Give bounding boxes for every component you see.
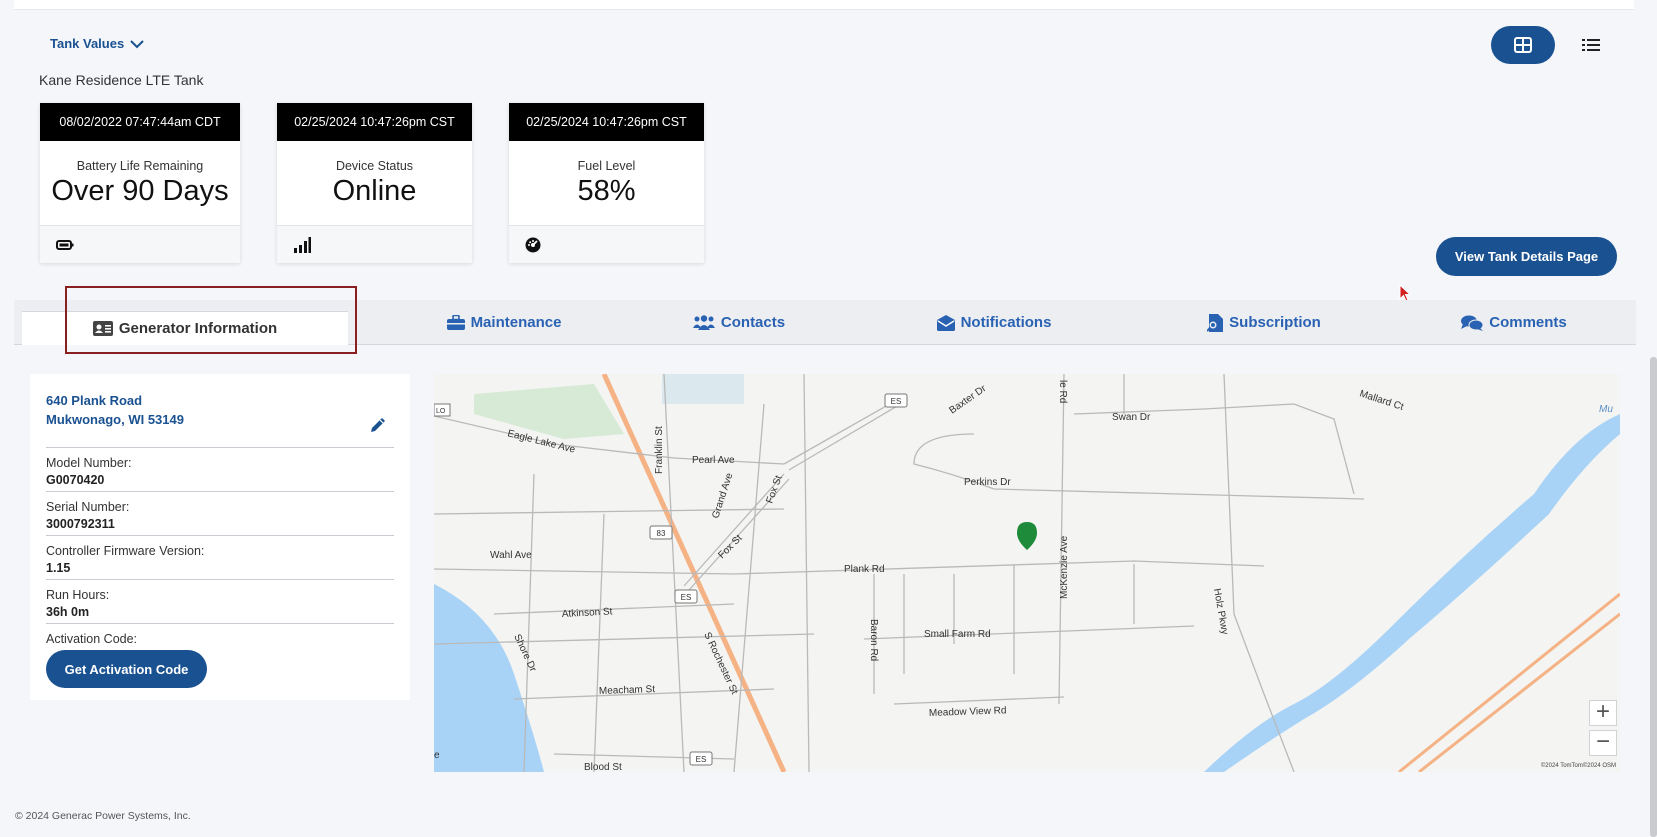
field-value: 3000792311 (46, 517, 115, 531)
address-line2: Mukwonago, WI 53149 (46, 412, 184, 427)
map-edge-label: e (434, 750, 440, 761)
map-street-label: Baron Rd (868, 619, 879, 661)
map-shield: ES (891, 397, 902, 406)
tab-label: Maintenance (470, 314, 562, 331)
signal-icon (294, 236, 311, 253)
comments-icon (1461, 315, 1484, 331)
tab-comments[interactable]: Comments (1434, 300, 1594, 345)
card-label: Device Status (335, 159, 414, 173)
tank-values-dropdown[interactable]: Tank Values (50, 36, 144, 51)
tab-label: Contacts (720, 314, 786, 331)
map-street-label: Meacham St (599, 684, 656, 697)
list-view-button[interactable] (1578, 33, 1604, 57)
field-value: 36h 0m (46, 605, 90, 619)
gauge-icon (525, 237, 541, 252)
firmware-version-row: Controller Firmware Version: 1.15 (46, 535, 394, 579)
card-value: 58% (577, 175, 636, 207)
serial-number-row: Serial Number: 3000792311 (46, 491, 394, 535)
view-tank-details-button[interactable]: View Tank Details Page (1436, 237, 1617, 276)
device-status-card: 02/25/2024 10:47:26pm CST Device Status … (277, 103, 472, 263)
get-activation-code-button[interactable]: Get Activation Code (46, 650, 207, 688)
map-street-label: Franklin St (654, 426, 665, 474)
map-shield: ES (696, 755, 707, 764)
tab-label: Comments (1489, 314, 1567, 331)
map-edge-label: le Rd (1057, 380, 1068, 403)
activation-row: Activation Code: Get Activation Code (46, 623, 394, 688)
card-label: Fuel Level (577, 159, 636, 173)
map-street-label: Meadow View Rd (929, 705, 1007, 719)
map-street-label: Small Farm Rd (924, 629, 991, 640)
map-street-label: Fox St (716, 533, 744, 561)
grid-view-button[interactable] (1491, 26, 1555, 64)
pencil-icon[interactable] (369, 416, 387, 434)
map-street-label: Grand Ave (710, 471, 735, 520)
generator-address[interactable]: 640 Plank Road Mukwonago, WI 53149 (46, 391, 394, 429)
tab-maintenance[interactable]: Maintenance (424, 300, 584, 345)
field-value: G0070420 (46, 473, 105, 487)
card-label: Battery Life Remaining (76, 159, 204, 173)
card-timestamp: 02/25/2024 10:47:26pm CST (509, 103, 704, 141)
tab-highlight-box (65, 286, 357, 354)
map-attribution: ©2024 TomTom©2024 OSM (1540, 763, 1616, 769)
map-canvas: ES 83 ES ES LO Eagle Lake Ave Pearl Ave … (434, 374, 1620, 772)
card-timestamp: 02/25/2024 10:47:26pm CST (277, 103, 472, 141)
map-street-label: Holz Pkwy (1211, 588, 1230, 636)
map-street-label: Mallard Ct (1358, 388, 1405, 413)
map-street-label: McKenzie Ave (1059, 535, 1070, 599)
page-scrollbar[interactable] (1650, 357, 1657, 837)
card-timestamp: 08/02/2022 07:47:44am CDT (40, 103, 240, 141)
field-label: Run Hours: (46, 588, 110, 602)
top-strip (14, 0, 1634, 10)
card-value: Online (332, 175, 417, 207)
field-label: Model Number: (46, 456, 132, 470)
address-line1: 640 Plank Road (46, 393, 143, 408)
map-street-label: Blood St (584, 762, 622, 772)
map-street-label: Pearl Ave (692, 455, 735, 466)
tab-contacts[interactable]: Contacts (674, 300, 804, 345)
location-marker-icon (1017, 522, 1037, 550)
map-view[interactable]: ES 83 ES ES LO Eagle Lake Ave Pearl Ave … (434, 374, 1620, 772)
model-number-row: Model Number: G0070420 (46, 447, 394, 491)
map-street-label: Atkinson St (562, 606, 613, 620)
run-hours-row: Run Hours: 36h 0m (46, 579, 394, 623)
search-doc-icon (1207, 313, 1224, 332)
tab-label: Notifications (960, 314, 1052, 331)
footer-copyright: © 2024 Generac Power Systems, Inc. (15, 810, 191, 822)
list-icon (1582, 39, 1600, 51)
field-label: Serial Number: (46, 500, 130, 514)
mail-icon (936, 314, 955, 331)
map-street-label: Shore Dr (511, 633, 538, 675)
users-icon (692, 315, 715, 330)
map-street-label: Swan Dr (1112, 412, 1151, 423)
map-edge-label: Mu (1599, 404, 1613, 415)
tab-notifications[interactable]: Notifications (914, 300, 1074, 345)
map-street-label: Wahl Ave (490, 550, 532, 561)
generator-info-panel: 640 Plank Road Mukwonago, WI 53149 Model… (30, 374, 410, 700)
map-street-label: Plank Rd (844, 564, 885, 575)
map-street-label: Perkins Dr (964, 477, 1011, 488)
toolbox-icon (446, 315, 465, 330)
fuel-level-card: 02/25/2024 10:47:26pm CST Fuel Level 58% (509, 103, 704, 263)
activation-label: Activation Code: (46, 632, 138, 646)
tank-name: Kane Residence LTE Tank (39, 72, 204, 88)
map-edge-label: LO (436, 408, 446, 415)
map-street-label: Fox St (764, 474, 784, 505)
grid-icon (1514, 37, 1532, 53)
map-street-label: Baxter Dr (947, 383, 988, 417)
field-label: Controller Firmware Version: (46, 544, 205, 558)
tab-label: Subscription (1229, 314, 1321, 331)
map-shield: 83 (657, 529, 666, 538)
tab-subscription[interactable]: Subscription (1184, 300, 1344, 345)
battery-icon (56, 239, 74, 250)
map-shield: ES (681, 593, 692, 602)
card-value: Over 90 Days (51, 175, 229, 207)
chevron-down-icon (130, 39, 144, 48)
zoom-out-button[interactable]: − (1589, 730, 1617, 756)
zoom-in-button[interactable]: + (1589, 700, 1617, 726)
tank-values-label: Tank Values (50, 36, 125, 51)
field-value: 1.15 (46, 561, 71, 575)
battery-card: 08/02/2022 07:47:44am CDT Battery Life R… (40, 103, 240, 263)
